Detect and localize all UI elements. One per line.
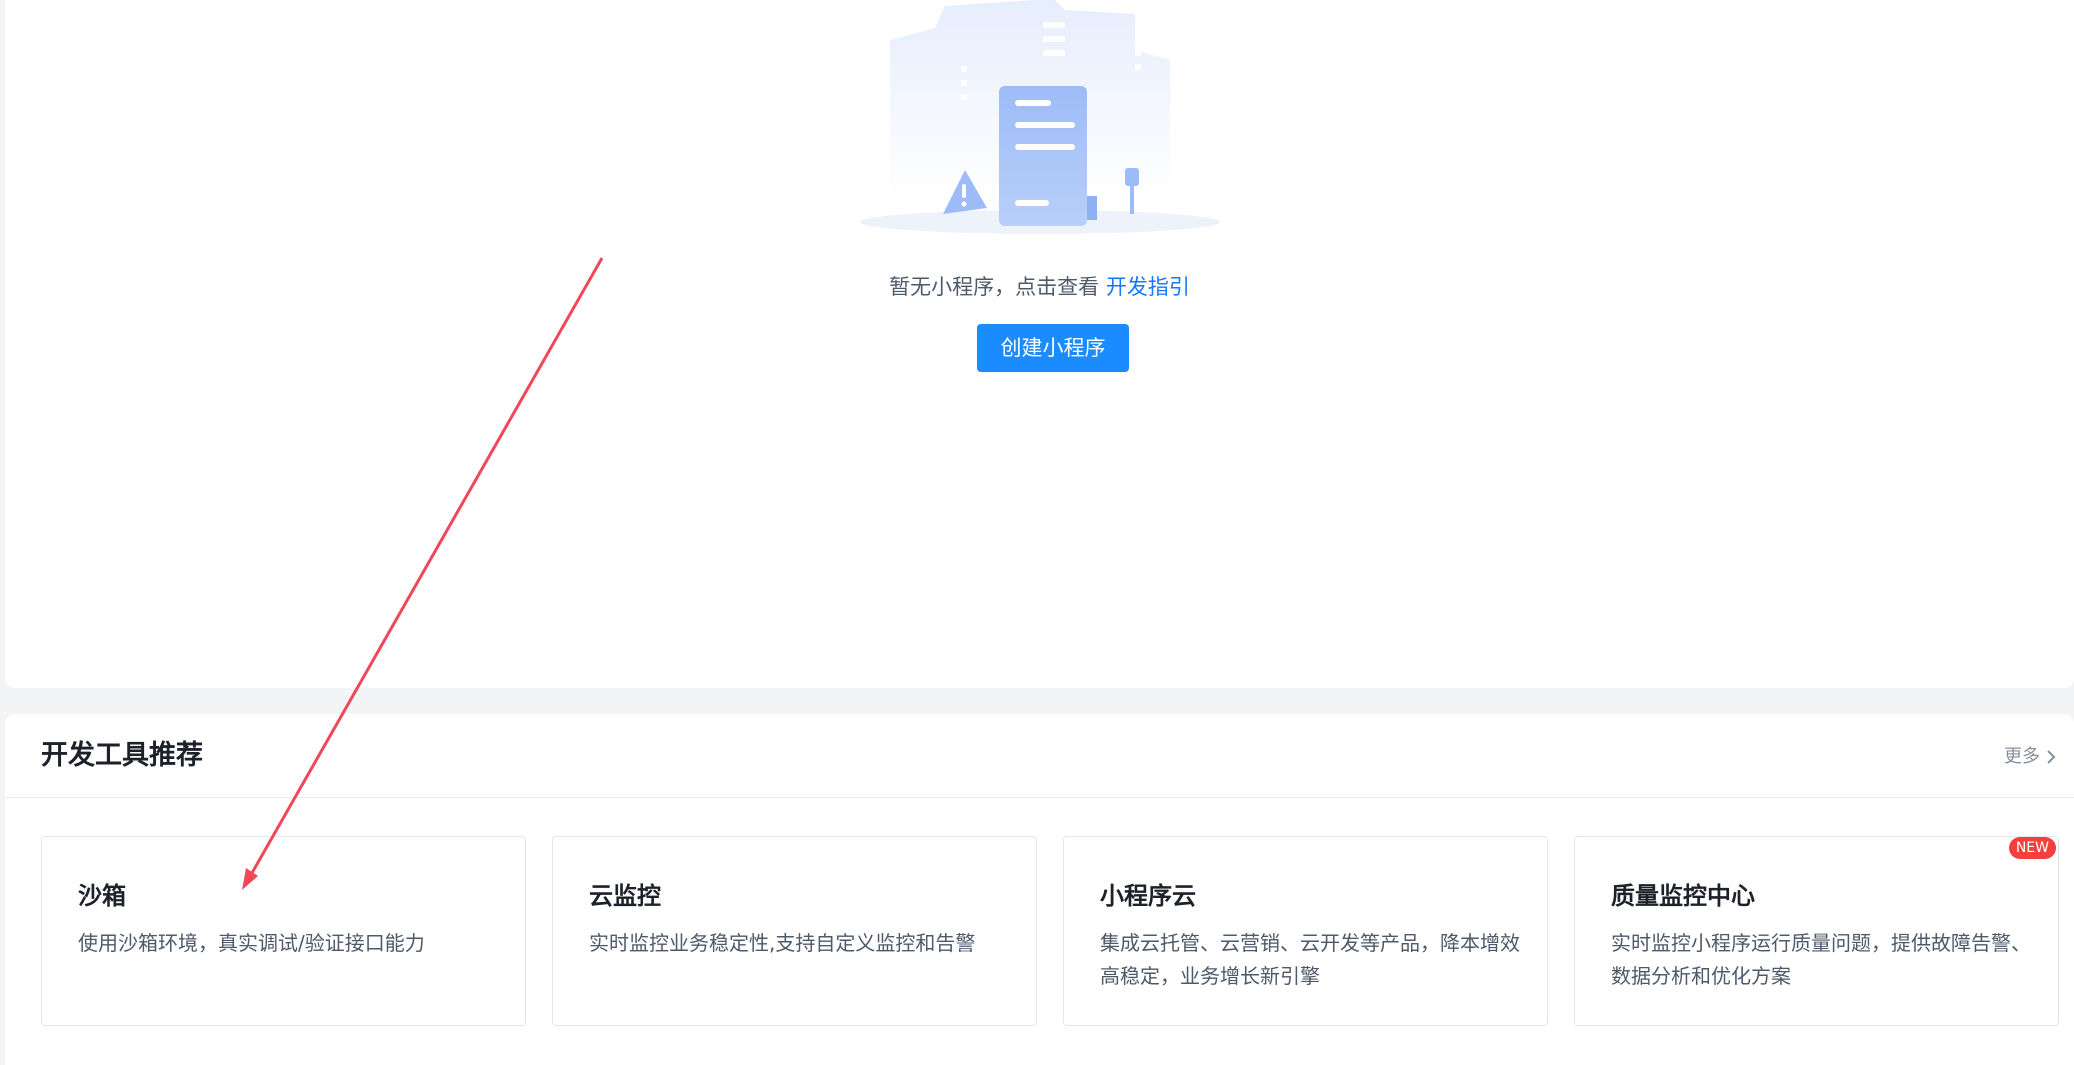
- empty-state-panel: 暂无小程序，点击查看 开发指引 创建小程序: [5, 0, 2074, 688]
- more-label: 更多: [2004, 746, 2040, 767]
- card-title: 沙箱: [78, 882, 126, 910]
- card-title: 小程序云: [1100, 882, 1196, 910]
- empty-document-illustration: [860, 0, 1220, 234]
- chevron-right-icon: [2047, 750, 2056, 764]
- empty-message-text: 暂无小程序，点击查看: [889, 275, 1106, 299]
- empty-state-message: 暂无小程序，点击查看 开发指引: [5, 272, 2074, 302]
- tool-card-cloud-monitor[interactable]: 云监控 实时监控业务稳定性,支持自定义监控和告警: [552, 836, 1037, 1026]
- tool-card-mini-program-cloud[interactable]: 小程序云 集成云托管、云营销、云开发等产品，降本增效高稳定，业务增长新引擎: [1063, 836, 1548, 1026]
- dev-guide-link[interactable]: 开发指引: [1106, 275, 1190, 299]
- card-description: 集成云托管、云营销、云开发等产品，降本增效高稳定，业务增长新引擎: [1100, 931, 1520, 988]
- card-title: 质量监控中心: [1611, 882, 1755, 910]
- dev-tools-section: 开发工具推荐 更多 沙箱 使用沙箱环境，真实调试/验证接口能力 云监控 实时监控…: [5, 714, 2074, 1065]
- create-mini-program-button[interactable]: 创建小程序: [977, 324, 1129, 372]
- more-link[interactable]: 更多: [2004, 744, 2056, 770]
- tool-card-sandbox[interactable]: 沙箱 使用沙箱环境，真实调试/验证接口能力: [41, 836, 526, 1026]
- new-badge: NEW: [2008, 837, 2056, 859]
- card-title: 云监控: [589, 882, 661, 910]
- card-description: 实时监控小程序运行质量问题，提供故障告警、数据分析和优化方案: [1611, 931, 2031, 988]
- section-header: 开发工具推荐 更多: [5, 714, 2074, 798]
- card-description: 实时监控业务稳定性,支持自定义监控和告警: [589, 931, 976, 955]
- section-title: 开发工具推荐: [41, 740, 203, 771]
- tool-card-quality-monitor[interactable]: NEW 质量监控中心 实时监控小程序运行质量问题，提供故障告警、数据分析和优化方…: [1574, 836, 2059, 1026]
- card-description: 使用沙箱环境，真实调试/验证接口能力: [78, 931, 425, 955]
